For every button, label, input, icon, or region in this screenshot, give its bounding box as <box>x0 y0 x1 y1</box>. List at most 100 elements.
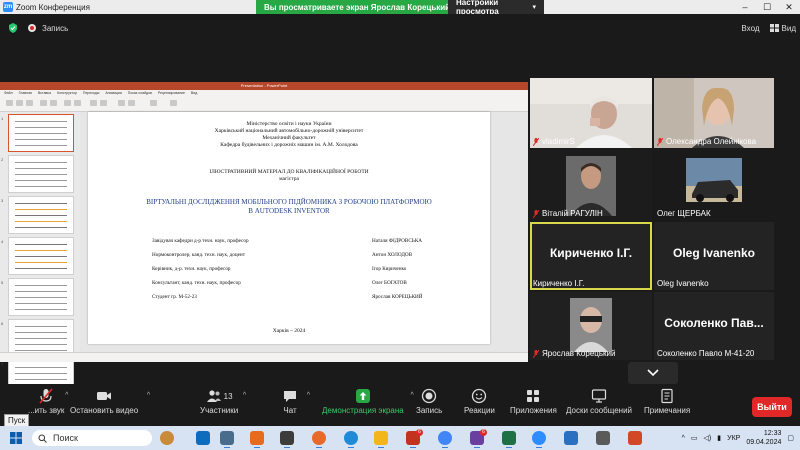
windows-start-icon[interactable] <box>10 432 22 444</box>
participant-tile[interactable]: Oleg Ivanenko Oleg Ivanenko <box>654 222 774 290</box>
notifications-icon[interactable]: ▢ <box>787 434 794 442</box>
share-label: Демонстрация экрана <box>322 406 404 415</box>
thumbnail-line <box>15 162 67 163</box>
thumbnail-line <box>15 244 67 245</box>
chevron-up-icon[interactable]: ^ <box>682 435 685 442</box>
mic-muted-icon <box>532 349 540 358</box>
close-icon[interactable]: ✕ <box>778 0 800 14</box>
shield-icon[interactable] <box>8 23 18 33</box>
slide-header-line: Кафедра будівельних і дорожніх машин ім.… <box>220 142 358 148</box>
thumbnail-line <box>15 145 67 146</box>
participant-tile[interactable]: Віталій РАГУЛІН <box>530 150 652 220</box>
viber-icon[interactable]: 6 <box>470 429 487 448</box>
thumbnail-line <box>15 186 67 187</box>
participant-name-text: Oleg Ivanenko <box>657 279 709 288</box>
slide-subtitle-2: магістра <box>279 176 299 182</box>
caret-up-icon[interactable]: ^ <box>307 392 310 399</box>
battery-icon[interactable]: ▮ <box>717 434 721 442</box>
reactions-button[interactable]: Реакции <box>464 388 495 415</box>
audio-button[interactable]: ...ить звук ^ <box>28 388 68 415</box>
ribbon-tabs: Файл Главная Вставка Конструктор Переходы Ани… <box>4 91 197 95</box>
volume-icon[interactable]: ◁) <box>704 434 712 442</box>
firefox-icon[interactable] <box>312 431 326 448</box>
participant-name-text: Кириченко І.Г. <box>533 279 585 288</box>
ribbon-button <box>118 100 125 106</box>
thumbnail-line <box>15 291 67 292</box>
leave-button[interactable]: Выйти <box>752 397 792 417</box>
participant-name-text: Олександра Олейнікова <box>666 137 757 146</box>
ribbon-tab: Показ слайдов <box>127 91 152 95</box>
app-icon[interactable] <box>280 431 294 448</box>
view-settings-button[interactable]: Настройки просмотра ▾ <box>448 0 544 16</box>
task-view-icon[interactable] <box>196 431 210 445</box>
file-explorer-icon[interactable] <box>374 431 388 448</box>
excel-icon[interactable] <box>502 431 516 448</box>
participant-name: Ярослав Корецький <box>532 349 616 358</box>
thumbnail-line <box>15 174 67 175</box>
clock[interactable]: 12:33 09.04.2024 <box>746 429 781 447</box>
zoom-icon[interactable] <box>532 431 546 448</box>
app-icon[interactable] <box>220 431 234 448</box>
participant-name: Олександра Олейнікова <box>656 137 757 146</box>
caret-up-icon[interactable]: ^ <box>147 392 150 399</box>
share-screen-button[interactable]: Демонстрация экрана ^ <box>322 388 414 415</box>
whiteboard-button[interactable]: Доски сообщений <box>566 388 632 415</box>
thumbnail-number: 3 <box>1 198 4 203</box>
whiteboard-label: Доски сообщений <box>566 406 633 415</box>
chat-bubble-icon <box>284 391 296 402</box>
app-icon[interactable] <box>628 431 642 445</box>
notification-badge: 6 <box>480 429 487 436</box>
caret-up-icon[interactable]: ^ <box>65 392 68 399</box>
participant-name: Віталій РАГУЛІН <box>532 209 603 218</box>
slide-role: Керівник, д-р. техн. наук, професор <box>152 266 231 272</box>
thumbnail-number: 7 <box>1 362 4 367</box>
participant-tile-active-speaker[interactable]: Кириченко І.Г. Кириченко І.Г. <box>530 222 652 290</box>
thumbnail-line <box>15 303 67 304</box>
app-icon[interactable] <box>564 431 578 445</box>
chrome-icon[interactable] <box>438 431 452 448</box>
participant-tile[interactable]: Олег ЩЕРБАК <box>654 150 774 220</box>
enter-button[interactable]: Вход <box>741 24 759 33</box>
hedgehog-widget-icon[interactable] <box>160 431 174 445</box>
thumbnail-line <box>15 121 67 122</box>
ribbon-tab: Вид <box>190 91 198 95</box>
shared-screen: Presentation - PowerPoint Файл Главная Вст… <box>0 82 528 444</box>
participant-name-text: Ярослав Корецький <box>542 349 616 358</box>
participant-tile[interactable]: Соколенко Пав... Соколенко Павло М-41-20 <box>654 292 774 360</box>
gallery-next-button[interactable] <box>628 362 678 384</box>
slide-person: Ігор Кириченко <box>372 266 407 272</box>
slide-title: ВІРТУАЛЬНІ ДОСЛІДЖЕННЯ МОБІЛЬНОГО ПІДЙОМ… <box>146 198 432 206</box>
record-button[interactable]: Запись <box>416 388 442 415</box>
participant-name-text: Олег ЩЕРБАК <box>657 209 711 218</box>
ribbon-tab: Анимация <box>105 91 122 95</box>
mic-muted-icon <box>532 137 540 146</box>
taskbar-search[interactable]: Поиск <box>32 430 152 446</box>
thumbnail-line <box>15 209 67 210</box>
notes-button[interactable]: Примечания <box>644 388 690 415</box>
participant-tile[interactable]: Олександра Олейнікова <box>654 78 774 148</box>
mic-muted-icon <box>532 209 540 218</box>
caret-up-icon[interactable]: ^ <box>410 392 413 399</box>
participant-tile[interactable]: Ярослав Корецький <box>530 292 652 360</box>
maximize-icon[interactable]: ☐ <box>756 0 778 14</box>
ribbon-tab: Файл <box>4 91 13 95</box>
network-icon[interactable]: ▭ <box>691 434 698 442</box>
view-button[interactable]: Вид <box>769 24 796 33</box>
matlab-icon[interactable] <box>250 431 264 448</box>
participant-tile[interactable]: vladimirS <box>530 78 652 148</box>
chat-button[interactable]: Чат ^ <box>282 388 310 415</box>
video-button[interactable]: Остановить видео ^ <box>70 388 150 415</box>
ribbon-button <box>74 100 81 106</box>
thumbnail-number: 5 <box>1 280 4 285</box>
slide-role: Консультант, канд. техн. наук, професор <box>152 280 241 286</box>
powerpoint-icon[interactable]: 6 <box>406 429 423 448</box>
thumbnail-line <box>15 262 67 263</box>
language-indicator[interactable]: УКР <box>727 435 740 442</box>
participants-button[interactable]: 13 Участники ^ <box>200 388 246 415</box>
edge-icon[interactable] <box>344 431 358 448</box>
apps-button[interactable]: Приложения <box>510 388 557 415</box>
minimize-icon[interactable]: – <box>734 0 756 14</box>
app-icon[interactable] <box>596 431 610 445</box>
slide-person: Ярослав КОРЕЦЬКИЙ <box>372 294 423 300</box>
caret-up-icon[interactable]: ^ <box>243 392 246 399</box>
